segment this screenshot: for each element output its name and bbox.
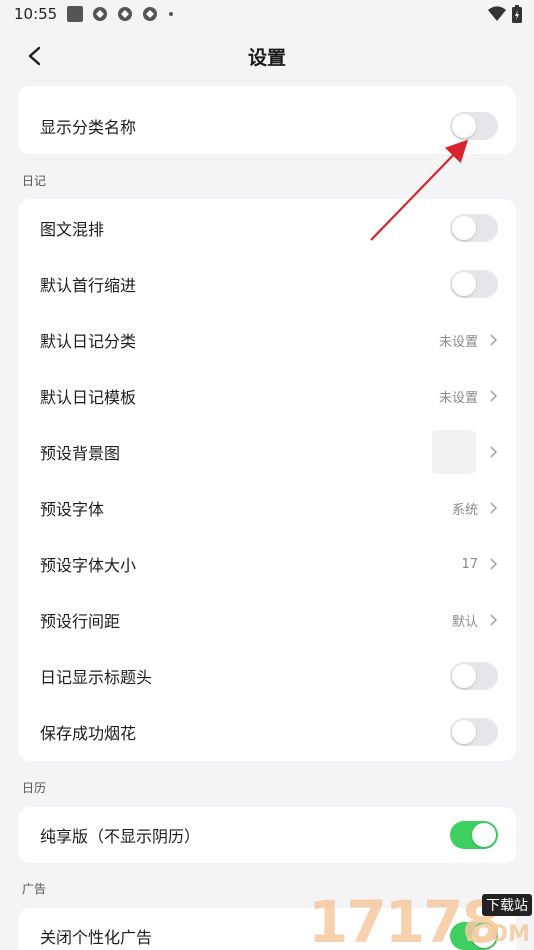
setting-label: 预设行间距 bbox=[40, 612, 121, 631]
setting-label: 预设背景图 bbox=[40, 444, 121, 463]
setting-label: 默认首行缩进 bbox=[40, 276, 137, 295]
setting-row-font[interactable]: 预设字体 系统 bbox=[18, 480, 516, 536]
setting-label: 关闭个性化广告 bbox=[40, 928, 153, 947]
setting-value: 未设置 bbox=[438, 390, 478, 406]
chevron-right-icon bbox=[490, 502, 498, 514]
setting-row-show-title-header[interactable]: 日记显示标题头 bbox=[18, 648, 516, 704]
setting-row-default-diary-category[interactable]: 默认日记分类 未设置 bbox=[18, 312, 516, 368]
settings-card-display: 显示分类名称 bbox=[18, 86, 516, 154]
section-title-calendar: 日历 bbox=[22, 781, 47, 795]
settings-card-diary: 图文混排 默认首行缩进 默认日记分类 未设置 默认日记模板 未设置 预设背景图 … bbox=[18, 199, 516, 761]
setting-row-mixed-layout[interactable]: 图文混排 bbox=[18, 200, 516, 256]
setting-value: 默认 bbox=[451, 614, 478, 630]
setting-value: 17 bbox=[461, 556, 478, 572]
setting-value: 未设置 bbox=[438, 334, 478, 350]
setting-row-default-indent[interactable]: 默认首行缩进 bbox=[18, 256, 516, 312]
section-title-ads: 广告 bbox=[22, 882, 47, 896]
status-time: 10:55 bbox=[14, 5, 58, 23]
page-title: 设置 bbox=[247, 46, 286, 69]
setting-label: 纯享版（不显示阴历） bbox=[40, 827, 201, 846]
setting-row-show-category-name[interactable]: 显示分类名称 bbox=[18, 98, 516, 154]
setting-row-line-spacing[interactable]: 预设行间距 默认 bbox=[18, 592, 516, 648]
notification-icon bbox=[67, 6, 84, 22]
app-notification-icon bbox=[143, 7, 158, 21]
back-arrow-icon[interactable] bbox=[24, 45, 46, 67]
battery-icon bbox=[512, 5, 522, 23]
chevron-right-icon bbox=[490, 390, 498, 402]
chevron-right-icon bbox=[490, 614, 498, 626]
chevron-right-icon bbox=[490, 558, 498, 570]
chevron-right-icon bbox=[490, 334, 498, 346]
show-title-header-toggle[interactable] bbox=[450, 662, 498, 690]
section-title-diary: 日记 bbox=[22, 174, 47, 188]
background-image-preview bbox=[432, 430, 476, 474]
setting-label: 默认日记分类 bbox=[40, 332, 137, 351]
show-category-name-toggle[interactable] bbox=[450, 112, 498, 140]
more-notifications-icon bbox=[169, 12, 174, 16]
setting-label: 预设字体 bbox=[40, 500, 105, 519]
app-header: 设置 bbox=[0, 28, 534, 84]
setting-row-pure-version[interactable]: 纯享版（不显示阴历） bbox=[18, 807, 516, 863]
setting-label: 保存成功烟花 bbox=[40, 724, 137, 743]
watermark-suffix: .COM bbox=[464, 922, 530, 947]
watermark-logo: 17178 下载站 .COM bbox=[308, 888, 534, 950]
setting-label: 图文混排 bbox=[40, 220, 105, 239]
setting-label: 日记显示标题头 bbox=[40, 668, 153, 687]
settings-card-calendar: 纯享版（不显示阴历） bbox=[18, 807, 516, 863]
save-fireworks-toggle[interactable] bbox=[450, 718, 498, 746]
setting-label: 预设字体大小 bbox=[40, 556, 137, 575]
setting-row-default-diary-template[interactable]: 默认日记模板 未设置 bbox=[18, 368, 516, 424]
pure-version-toggle[interactable] bbox=[450, 821, 498, 849]
status-bar: 10:55 bbox=[0, 0, 534, 28]
setting-label: 默认日记模板 bbox=[40, 388, 137, 407]
watermark-site: 下载站 bbox=[482, 894, 532, 916]
wifi-icon bbox=[488, 6, 506, 22]
app-notification-icon bbox=[93, 7, 108, 21]
setting-row-save-fireworks[interactable]: 保存成功烟花 bbox=[18, 704, 516, 760]
setting-row-background-image[interactable]: 预设背景图 bbox=[18, 424, 516, 480]
setting-row-font-size[interactable]: 预设字体大小 17 bbox=[18, 536, 516, 592]
default-indent-toggle[interactable] bbox=[450, 270, 498, 298]
chevron-right-icon bbox=[490, 446, 498, 458]
setting-label: 显示分类名称 bbox=[40, 118, 137, 137]
mixed-layout-toggle[interactable] bbox=[450, 214, 498, 242]
app-notification-icon bbox=[118, 7, 133, 21]
setting-value: 系统 bbox=[451, 502, 478, 518]
